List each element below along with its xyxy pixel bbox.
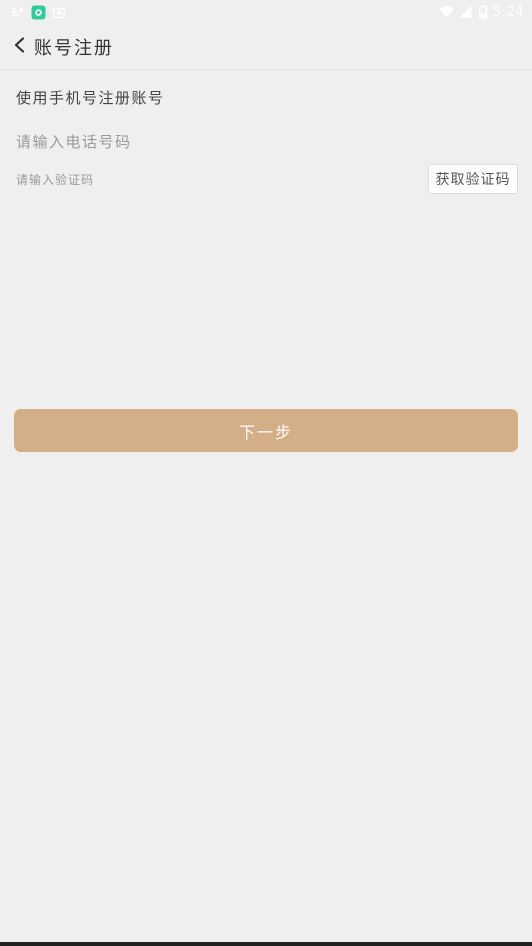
form-subtitle: 使用手机号注册账号 [16, 89, 165, 107]
register-screen: 5:24 账号注册 使用手机号注册账号 获取验证码 下一步 [0, 0, 532, 946]
next-step-button[interactable]: 下一步 [14, 409, 518, 452]
media-icon [52, 5, 66, 19]
status-time: 5:24 [492, 4, 524, 20]
signal-alert-icon [10, 5, 24, 19]
get-code-button[interactable]: 获取验证码 [428, 164, 518, 194]
app-store-icon [31, 5, 46, 20]
verification-code-input[interactable] [16, 168, 416, 192]
page-title: 账号注册 [34, 37, 114, 59]
status-bar: 5:24 [0, 0, 532, 24]
wifi-icon [439, 5, 454, 19]
back-button[interactable] [0, 24, 34, 70]
phone-input[interactable] [16, 128, 516, 156]
cell-signal-icon [459, 5, 473, 19]
status-bar-left [10, 5, 66, 20]
nav-header: 账号注册 [0, 24, 532, 70]
chevron-left-icon [13, 36, 25, 57]
status-bar-right: 5:24 [439, 5, 524, 20]
battery-icon [478, 5, 487, 19]
bottom-edge [0, 942, 532, 946]
